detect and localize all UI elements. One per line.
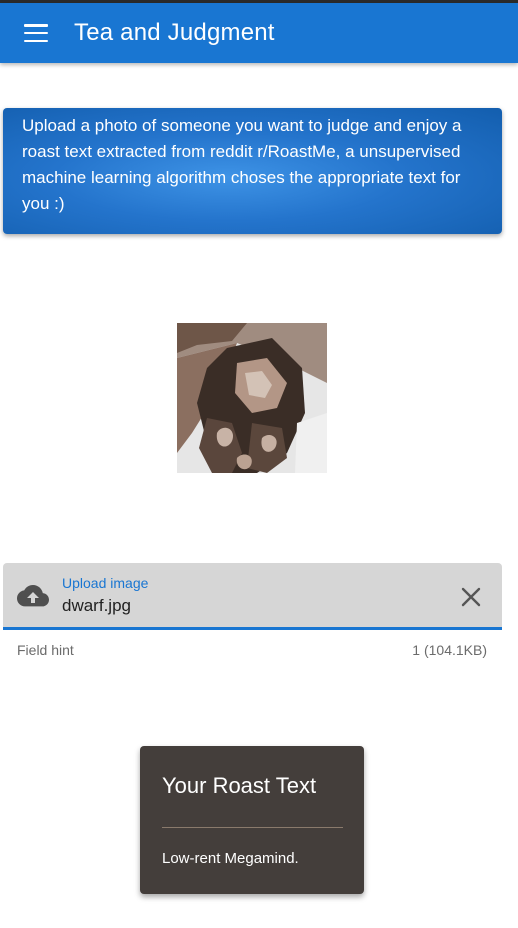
- portrait-image: [177, 323, 327, 473]
- roast-text: Low-rent Megamind.: [162, 850, 299, 867]
- upload-field-label: Upload image: [62, 575, 149, 591]
- app-bar: Tea and Judgment: [0, 3, 518, 63]
- field-hint: Field hint: [17, 642, 74, 658]
- uploaded-image-preview: [177, 323, 327, 473]
- file-counter: 1 (104.1KB): [412, 642, 487, 658]
- close-icon[interactable]: [458, 584, 484, 610]
- app-title: Tea and Judgment: [74, 19, 275, 46]
- upload-image-field[interactable]: Upload image dwarf.jpg: [3, 563, 502, 630]
- roast-card: Your Roast Text Low-rent Megamind.: [140, 746, 364, 894]
- selected-file-name[interactable]: dwarf.jpg: [62, 596, 131, 616]
- intro-card: Upload a photo of someone you want to ju…: [3, 108, 502, 234]
- menu-button[interactable]: [0, 3, 72, 63]
- roast-card-title: Your Roast Text: [162, 773, 317, 798]
- intro-text: Upload a photo of someone you want to ju…: [22, 116, 462, 213]
- roast-card-divider: [162, 827, 343, 828]
- cloud-upload-icon[interactable]: [17, 584, 49, 608]
- hamburger-menu-icon: [24, 24, 48, 42]
